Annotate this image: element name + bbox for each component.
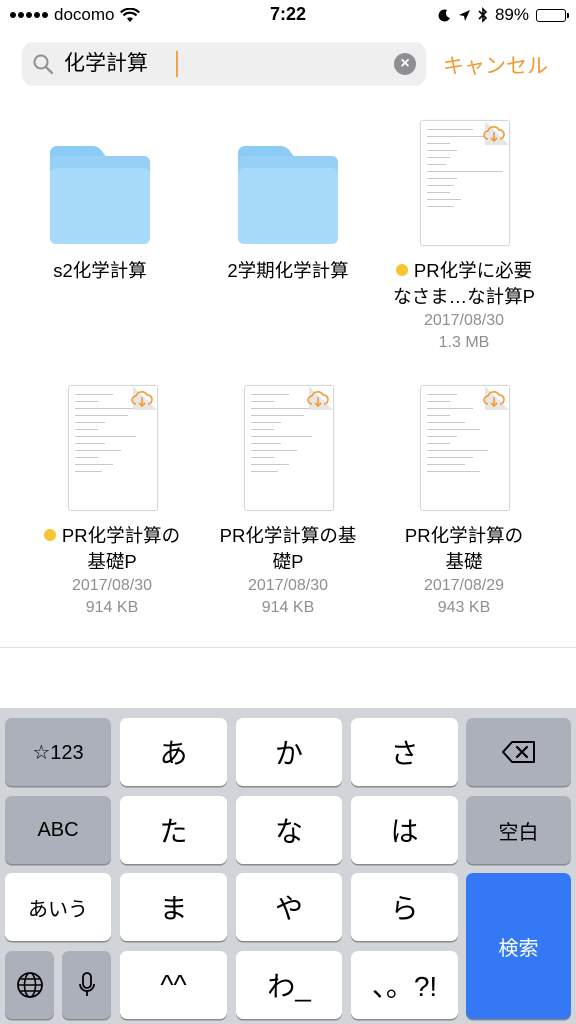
- keyboard: ☆123 あ か さ ABC た な は 空白 あいう ま や ら 検索 ^^: [0, 708, 576, 1024]
- item-date: 2017/08/30: [71, 577, 153, 594]
- microphone-icon: [78, 972, 95, 996]
- folder-thumbnail: [12, 100, 188, 250]
- document-thumbnail: [24, 365, 200, 515]
- text-caret: [176, 51, 178, 77]
- search-input[interactable]: [64, 42, 364, 86]
- key-a[interactable]: あ: [120, 718, 227, 786]
- key-ka[interactable]: か: [236, 718, 342, 786]
- clear-search-icon[interactable]: ×: [394, 53, 416, 75]
- moon-icon: [438, 8, 450, 21]
- item-name: PR化学に必要 なさま…な計算P: [393, 260, 535, 307]
- key-ya[interactable]: や: [236, 873, 342, 941]
- separator: [0, 647, 576, 648]
- key-punctuation[interactable]: 、。?!: [351, 951, 458, 1019]
- key-emoticon[interactable]: ^^: [120, 951, 227, 1019]
- key-ha[interactable]: は: [351, 796, 458, 864]
- key-sa[interactable]: さ: [351, 718, 458, 786]
- key-abc[interactable]: ABC: [5, 796, 111, 864]
- key-space[interactable]: 空白: [466, 796, 571, 864]
- item-date: 2017/08/30: [423, 312, 505, 329]
- folder-icon: [238, 146, 338, 246]
- location-icon: [458, 9, 470, 21]
- cancel-button[interactable]: キャンセル: [443, 50, 548, 80]
- key-ra[interactable]: ら: [351, 873, 458, 941]
- cloud-download-icon: [307, 391, 329, 408]
- key-ta[interactable]: た: [120, 796, 227, 864]
- bluetooth-icon: [478, 7, 488, 23]
- document-thumbnail: [376, 100, 552, 250]
- cloud-download-icon: [483, 391, 505, 408]
- item-name: PR化学計算の基礎P: [219, 525, 357, 572]
- key-backspace[interactable]: [466, 718, 571, 786]
- search-icon: [33, 54, 54, 75]
- key-symbols[interactable]: ☆123: [5, 718, 111, 786]
- item-name: s2化学計算: [53, 260, 147, 281]
- battery-icon: [536, 8, 569, 22]
- item-size: 914 KB: [85, 599, 139, 616]
- item-size: 914 KB: [261, 599, 315, 616]
- search-field[interactable]: ×: [22, 42, 426, 86]
- cloud-download-icon: [131, 391, 153, 408]
- tag-dot-icon: [395, 264, 408, 276]
- key-search[interactable]: 検索: [466, 873, 571, 1019]
- item-size: 1.3 MB: [438, 334, 490, 351]
- status-right: 89%: [438, 5, 569, 25]
- tag-dot-icon: [43, 529, 56, 541]
- item-date: 2017/08/30: [247, 577, 329, 594]
- status-bar: docomo 7:22 89%: [0, 0, 576, 30]
- folder-icon: [50, 146, 150, 246]
- document-preview: [68, 385, 158, 511]
- key-kana[interactable]: あいう: [5, 873, 111, 941]
- key-globe[interactable]: [5, 951, 54, 1019]
- document-preview: [420, 120, 510, 246]
- battery-percent: 89%: [494, 5, 529, 24]
- globe-icon: [16, 972, 43, 998]
- item-name: PR化学計算の 基礎: [404, 525, 524, 572]
- cloud-download-icon: [483, 126, 505, 143]
- item-name: 2学期化学計算: [227, 260, 349, 281]
- document-thumbnail: [376, 365, 552, 515]
- backspace-icon: [501, 741, 535, 763]
- key-microphone[interactable]: [62, 951, 111, 1019]
- item-size: 943 KB: [437, 599, 491, 616]
- item-name: PR化学計算の基礎P: [24, 523, 200, 575]
- document-preview: [244, 385, 334, 511]
- folder-thumbnail: [200, 100, 376, 250]
- item-date: 2017/08/29: [423, 577, 505, 594]
- document-preview: [420, 385, 510, 511]
- key-ma[interactable]: ま: [120, 873, 227, 941]
- key-wa[interactable]: わ_: [236, 951, 342, 1019]
- search-results-grid: s2化学計算 2学期化学計算 PR化学に必要 なさま…な計算P 2017/08/…: [0, 100, 576, 645]
- document-thumbnail: [200, 365, 376, 515]
- key-na[interactable]: な: [236, 796, 342, 864]
